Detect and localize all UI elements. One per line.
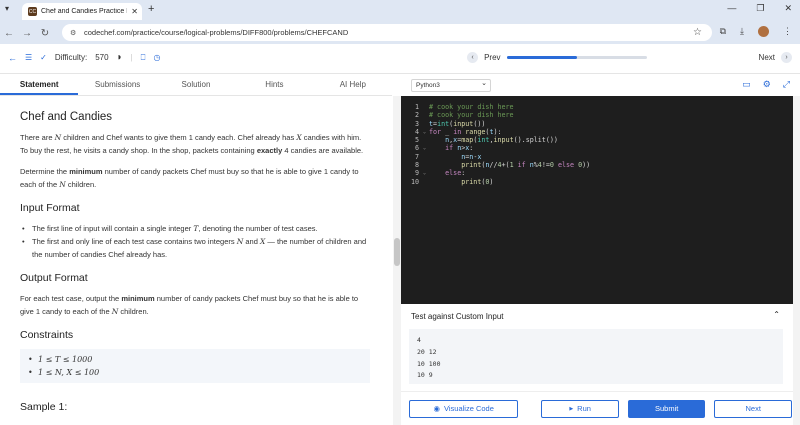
tab-search-icon[interactable]: ▾	[5, 4, 9, 13]
next-chevron-icon[interactable]: ›	[781, 52, 792, 63]
determine-paragraph: Determine the minimum number of candy pa…	[20, 167, 359, 189]
browser-actions: ⧉ ⤓ ⋮	[720, 26, 792, 37]
constraint-item: 1 ≤ N, X ≤ 100	[28, 366, 364, 379]
eye-icon: ◉	[433, 404, 440, 413]
new-tab-icon[interactable]: +	[148, 3, 154, 15]
problem-title: Chef and Candies	[20, 111, 113, 123]
site-info-icon[interactable]: ⚙	[70, 29, 76, 37]
forward-icon[interactable]: →	[18, 28, 36, 39]
prev-label[interactable]: Prev	[484, 53, 500, 62]
action-bar: ◉ Visualize Code ▶ Run Submit Next	[401, 391, 800, 425]
address-bar[interactable]: ⚙ codechef.com/practice/course/logical-p…	[62, 24, 712, 41]
editor-panel: Python3 ▭ ⚙ ⤢ 1# cook your dish here 2# …	[401, 74, 800, 425]
intro-paragraph: There are N children and Chef wants to g…	[20, 133, 364, 155]
run-button[interactable]: ▶ Run	[541, 399, 619, 418]
profile-avatar[interactable]	[758, 26, 769, 37]
play-icon: ▶	[569, 405, 574, 412]
course-progress-bar	[506, 56, 647, 59]
output-paragraph: For each test case, output the minimum n…	[20, 294, 359, 316]
constraint-item: 1 ≤ T ≤ 1000	[28, 353, 364, 366]
browser-tab[interactable]: CC Chef and Candies Practice Prob ✕	[22, 3, 142, 20]
problem-statement: Chef and Candies There are N children an…	[0, 96, 392, 425]
minimize-icon[interactable]: —	[727, 3, 736, 14]
list-item: The first and only line of each test cas…	[22, 235, 370, 261]
theme-toggle-icon[interactable]: ◗	[117, 52, 123, 63]
submit-button[interactable]: Submit	[627, 399, 706, 418]
statement-scrollbar[interactable]	[393, 96, 401, 425]
code-editor[interactable]: 1 # cook your dish here 2 # cook your dish…	[401, 96, 800, 304]
back-arrow-icon[interactable]: ←	[8, 53, 17, 63]
back-icon[interactable]: ←	[0, 28, 18, 39]
custom-input-title: Test against Custom Input	[411, 312, 504, 321]
output-format-heading: Output Format	[20, 272, 88, 284]
list-item: The first line of input will contain a s…	[22, 222, 370, 235]
visualize-code-button[interactable]: ◉ Visualize Code	[409, 399, 519, 418]
check-icon: ✓	[40, 53, 47, 62]
url-text: codechef.com/practice/course/logical-pro…	[84, 28, 349, 37]
extensions-icon[interactable]: ⧉	[720, 26, 726, 37]
difficulty-value: 570	[95, 53, 109, 62]
chat-icon[interactable]: ▭	[742, 79, 751, 90]
tab-solution[interactable]: Solution	[157, 74, 235, 95]
close-tab-icon[interactable]: ✕	[131, 7, 138, 16]
custom-input-textarea[interactable]: 4 20 12 10 100 10 9	[409, 329, 783, 384]
input-format-list: The first line of input will contain a s…	[20, 222, 370, 261]
bookmark-star-icon[interactable]: ☆	[693, 27, 702, 38]
bookmark-icon[interactable]: ⎕	[141, 53, 146, 63]
tab-title: Chef and Candies Practice Prob	[41, 8, 127, 15]
menu-icon[interactable]: ⋮	[783, 26, 792, 37]
scroll-thumb[interactable]	[394, 238, 400, 266]
progress-fill	[506, 56, 577, 59]
tab-submissions[interactable]: Submissions	[78, 74, 156, 95]
next-label[interactable]: Next	[759, 53, 775, 62]
problem-toolbar: ← ☰ ✓ Difficulty: 570 ◗ | ⎕ ◷ ‹ Prev Nex…	[0, 44, 800, 74]
input-format-heading: Input Format	[20, 202, 80, 214]
settings-icon[interactable]: ⚙	[763, 79, 771, 90]
browser-chrome: ▾ CC Chef and Candies Practice Prob ✕ + …	[0, 0, 800, 44]
custom-input-header[interactable]: Test against Custom Input ⌃	[401, 304, 800, 326]
language-select[interactable]: Python3	[411, 78, 491, 92]
tab-statement[interactable]: Statement	[0, 74, 79, 95]
favicon-icon: CC	[28, 7, 37, 16]
window-controls: — ❐ ✕	[727, 3, 792, 14]
tab-hints[interactable]: Hints	[235, 74, 313, 95]
sample-heading: Sample 1:	[20, 401, 68, 413]
reload-icon[interactable]: ↻	[36, 28, 54, 39]
constraints-heading: Constraints	[20, 329, 74, 341]
chevron-up-icon[interactable]: ⌃	[773, 310, 780, 319]
difficulty-label: Difficulty:	[54, 53, 88, 62]
tab-ai-help[interactable]: AI Help	[314, 74, 392, 95]
timer-icon[interactable]: ◷	[153, 53, 160, 62]
next-button[interactable]: Next	[714, 399, 792, 418]
fullscreen-icon[interactable]: ⤢	[783, 79, 790, 90]
close-window-icon[interactable]: ✕	[784, 3, 792, 14]
page-scrollbar[interactable]	[793, 96, 800, 425]
prev-chevron-icon[interactable]: ‹	[467, 52, 479, 63]
list-icon[interactable]: ☰	[25, 53, 32, 62]
problem-tabs: Statement Submissions Solution Hints AI …	[0, 74, 392, 96]
constraints-box: 1 ≤ T ≤ 1000 1 ≤ N, X ≤ 100	[20, 349, 370, 383]
restore-icon[interactable]: ❐	[756, 3, 764, 14]
download-icon[interactable]: ⤓	[740, 26, 744, 37]
